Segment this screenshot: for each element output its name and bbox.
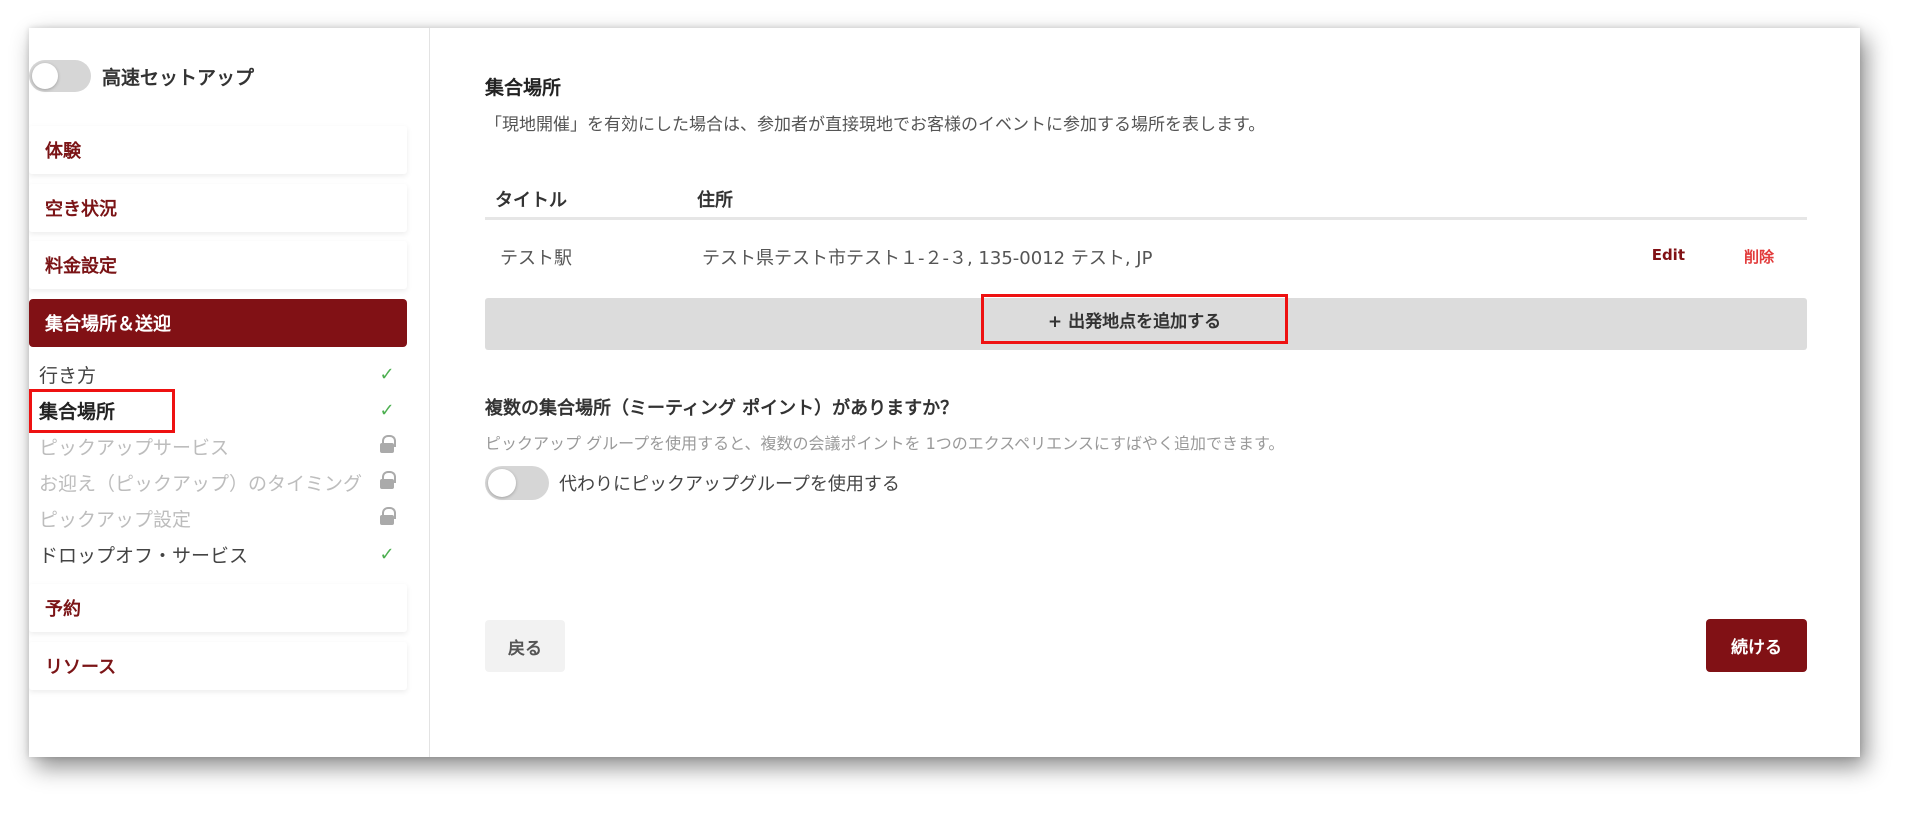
lock-icon: [367, 506, 407, 530]
subitem-pickup-timing: お迎え（ピックアップ）のタイミング: [29, 465, 407, 499]
column-header-title: タイトル: [495, 190, 567, 211]
row-address: テスト県テスト市テスト１-２-３, 135-0012 テスト, JP: [702, 248, 1153, 269]
toggle-knob: [488, 469, 516, 497]
sidebar-item-availability[interactable]: 空き状況: [29, 184, 407, 232]
quick-setup-toggle[interactable]: [29, 60, 91, 92]
delete-link[interactable]: 削除: [1744, 246, 1774, 267]
subitem-directions[interactable]: 行き方 ✓: [29, 357, 407, 391]
check-icon: ✓: [379, 543, 395, 565]
column-header-address: 住所: [697, 190, 733, 211]
multiple-meeting-points-description: ピックアップ グループを使用すると、複数の会議ポイントを 1つのエクスペリエンス…: [485, 434, 1285, 453]
row-title: テスト駅: [500, 248, 572, 269]
pickup-group-toggle-label: 代わりにピックアップグループを使用する: [559, 474, 900, 495]
multiple-meeting-points-question: 複数の集合場所（ミーティング ポイント）がありますか？: [485, 398, 959, 419]
add-starting-point-bar[interactable]: + 出発地点を追加する: [485, 294, 1807, 350]
app-window: 高速セットアップ 体験 空き状況 料金設定 集合場所＆送迎 行き方 ✓ 集合場所…: [29, 28, 1860, 757]
subitem-label: ピックアップ設定: [39, 508, 192, 531]
sidebar-item-booking[interactable]: 予約: [29, 584, 407, 632]
subitem-label: ピックアップサービス: [39, 436, 230, 459]
toggle-knob: [32, 63, 58, 89]
check-icon: ✓: [379, 399, 395, 421]
subitem-pickup-settings: ピックアップ設定: [29, 501, 407, 535]
subitem-label: お迎え（ピックアップ）のタイミング: [39, 472, 363, 495]
back-button[interactable]: 戻る: [485, 620, 565, 672]
quick-setup[interactable]: 高速セットアップ: [29, 60, 254, 92]
main-content: 集合場所 「現地開催」を有効にした場合は、参加者が直接現地でお客様のイベントに参…: [430, 28, 1860, 757]
edit-link[interactable]: Edit: [1652, 246, 1685, 264]
lock-icon: [367, 434, 407, 458]
sidebar-item-resources[interactable]: リソース: [29, 642, 407, 690]
subitem-label: ドロップオフ・サービス: [39, 544, 249, 567]
check-icon: ✓: [379, 363, 395, 385]
subitem-label: 行き方: [39, 364, 97, 387]
pickup-group-toggle[interactable]: [485, 466, 549, 500]
table-header: タイトル 住所: [485, 178, 1807, 220]
highlight-box: [29, 389, 175, 433]
continue-button[interactable]: 続ける: [1706, 619, 1807, 672]
sidebar: 高速セットアップ 体験 空き状況 料金設定 集合場所＆送迎 行き方 ✓ 集合場所…: [29, 28, 430, 757]
lock-icon: [367, 470, 407, 494]
subitem-dropoff-service[interactable]: ドロップオフ・サービス ✓: [29, 537, 407, 571]
sidebar-item-pricing[interactable]: 料金設定: [29, 241, 407, 289]
sidebar-item-meeting-transfer[interactable]: 集合場所＆送迎: [29, 299, 407, 347]
sidebar-item-experience[interactable]: 体験: [29, 126, 407, 174]
page-description: 「現地開催」を有効にした場合は、参加者が直接現地でお客様のイベントに参加する場所…: [485, 115, 1266, 135]
subitem-pickup-service: ピックアップサービス: [29, 429, 407, 463]
pickup-group-toggle-row[interactable]: 代わりにピックアップグループを使用する: [485, 466, 900, 500]
table-row: テスト駅 テスト県テスト市テスト１-２-３, 135-0012 テスト, JP …: [485, 236, 1807, 276]
page-title: 集合場所: [485, 77, 562, 99]
quick-setup-label: 高速セットアップ: [102, 66, 255, 89]
add-starting-point-button[interactable]: + 出発地点を追加する: [981, 294, 1288, 344]
